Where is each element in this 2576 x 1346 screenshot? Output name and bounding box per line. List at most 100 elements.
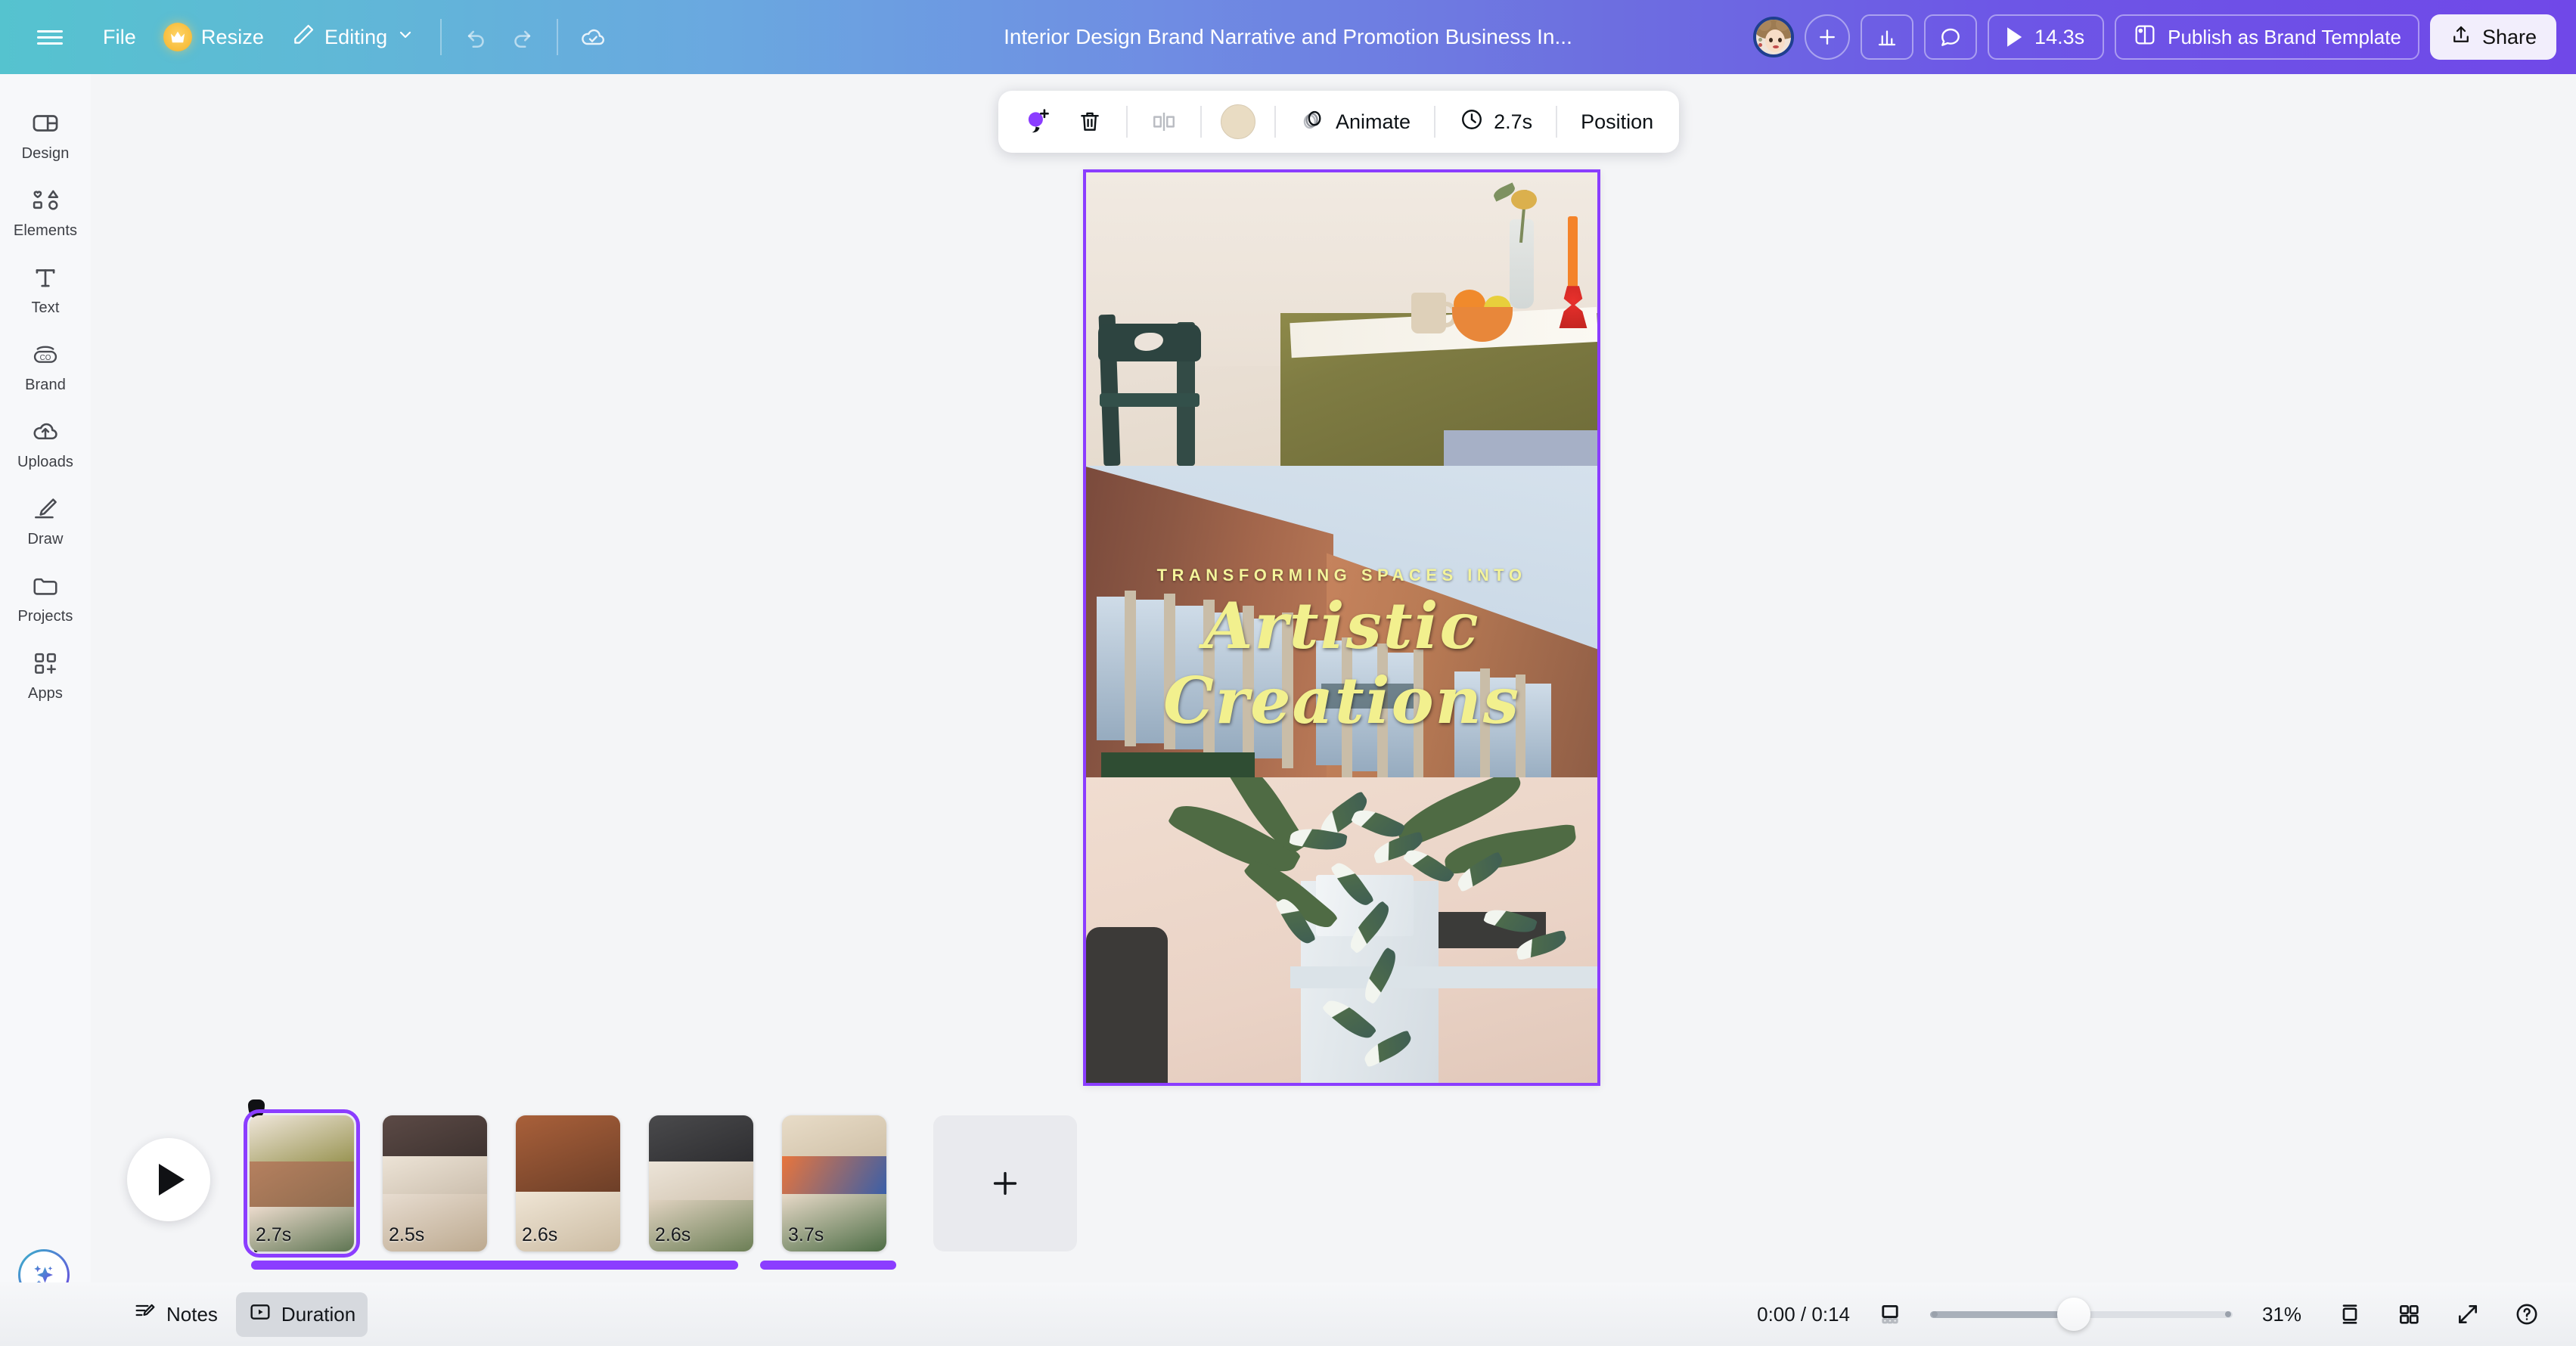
slide-duration-1: 2.7s — [256, 1224, 292, 1245]
toolbar-sep-3 — [1274, 106, 1276, 138]
toolbar-sep-1 — [1126, 106, 1128, 138]
sidebar-item-elements[interactable]: Elements — [5, 177, 85, 247]
animate-button[interactable]: Animate — [1290, 100, 1420, 144]
text-t-icon — [30, 262, 61, 293]
zoom-knob[interactable] — [2057, 1298, 2090, 1331]
position-label: Position — [1581, 110, 1654, 133]
canvas-image-houseplant[interactable] — [1086, 777, 1597, 1083]
add-collaborator-button[interactable] — [1805, 14, 1851, 60]
expand-arrows-icon[interactable] — [2449, 1295, 2487, 1333]
canva-editor-window: File Resize Editing Interior Design Bran… — [0, 0, 2576, 1346]
bottom-bar-right: 0:00 / 0:14 31% — [1757, 1295, 2576, 1333]
toolbar-sep-5 — [1556, 106, 1558, 138]
resize-button[interactable]: Resize — [150, 14, 278, 60]
shapes-icon — [30, 185, 61, 216]
preview-duration-label: 14.3s — [2034, 25, 2085, 48]
preview-play-button[interactable]: 14.3s — [1988, 14, 2105, 60]
sidebar-item-uploads[interactable]: Uploads — [5, 408, 85, 478]
grid-view-icon[interactable] — [2390, 1295, 2428, 1333]
publish-brand-template-button[interactable]: Publish as Brand Template — [2115, 14, 2419, 60]
timeline-play-button[interactable] — [127, 1138, 210, 1221]
apps-grid-plus-icon — [30, 648, 61, 678]
sidebar-label-uploads: Uploads — [17, 454, 74, 470]
duration-button[interactable]: Duration — [235, 1292, 368, 1337]
timeline-slide-5[interactable]: 3.7s — [782, 1115, 886, 1251]
add-slide-button[interactable] — [933, 1115, 1077, 1251]
canvas-text-headline[interactable]: Artistic Creations — [1086, 588, 1597, 738]
hamburger-icon[interactable] — [32, 19, 68, 55]
folder-icon — [30, 571, 61, 601]
magic-edit-icon[interactable] — [1015, 100, 1063, 144]
fit-page-icon[interactable] — [1871, 1295, 1909, 1333]
slide-duration-2: 2.5s — [389, 1224, 425, 1245]
canvas-area: TRANSFORMING SPACES INTO Artistic Creati… — [1083, 169, 1600, 1086]
canvas-image-dining-table[interactable] — [1086, 172, 1597, 466]
trash-icon — [1081, 112, 1099, 131]
timeline-slide-1[interactable]: 2.7s — [244, 1109, 360, 1258]
sidebar-item-projects[interactable]: Projects — [5, 563, 85, 632]
flip-icon — [1153, 112, 1175, 132]
brand-template-icon — [2133, 23, 2157, 52]
brand-co-icon: CO — [30, 340, 61, 370]
zoom-min-dot — [1932, 1311, 1938, 1317]
position-button[interactable]: Position — [1572, 100, 1662, 144]
file-menu-button[interactable]: File — [89, 17, 150, 57]
svg-text:CO: CO — [40, 354, 51, 362]
notes-button[interactable]: Notes — [121, 1292, 230, 1337]
cloud-upload-icon — [30, 417, 61, 447]
flip-button[interactable] — [1142, 100, 1186, 144]
playback-time-label: 0:00 / 0:14 — [1757, 1302, 1850, 1326]
color-swatch-button[interactable] — [1216, 100, 1260, 144]
timeline-slide-2[interactable]: 2.5s — [383, 1115, 487, 1251]
sidebar-item-apps[interactable]: Apps — [5, 640, 85, 709]
delete-button[interactable] — [1068, 100, 1112, 144]
editing-label: Editing — [324, 25, 388, 48]
toolbar-divider — [440, 19, 442, 55]
redo-icon[interactable] — [499, 14, 545, 60]
play-icon — [2007, 27, 2022, 47]
timeline-track-1[interactable] — [251, 1261, 738, 1270]
animate-label: Animate — [1336, 110, 1411, 133]
cloud-check-icon[interactable] — [570, 14, 616, 60]
element-floating-toolbar: Animate 2.7s Position — [998, 91, 1680, 153]
file-menu-label: File — [103, 25, 136, 48]
sidebar-item-design[interactable]: Design — [5, 100, 85, 169]
document-title[interactable]: Interior Design Brand Narrative and Prom… — [992, 17, 1584, 57]
help-question-icon[interactable] — [2508, 1295, 2546, 1333]
duration-timer-button[interactable]: 2.7s — [1450, 100, 1541, 144]
canvas-image-building-facade[interactable]: TRANSFORMING SPACES INTO Artistic Creati… — [1086, 466, 1597, 777]
pencil-draw-icon — [30, 494, 61, 524]
timeline-slide-4[interactable]: 2.6s — [649, 1115, 753, 1251]
zoom-slider[interactable] — [1930, 1298, 2233, 1331]
sidebar-item-text[interactable]: Text — [5, 254, 85, 324]
sidebar-label-projects: Projects — [17, 608, 73, 625]
share-label: Share — [2481, 25, 2537, 48]
notes-label: Notes — [166, 1302, 218, 1326]
editing-mode-button[interactable]: Editing — [278, 14, 428, 60]
zoom-fill — [1930, 1310, 2069, 1318]
sidebar-label-elements: Elements — [13, 222, 78, 239]
timeline-slide-strip: 2.7s 2.5s 2.6s 2.6s 3.7s — [244, 1109, 1077, 1258]
bottom-status-bar: Notes Duration 0:00 / 0:14 31% — [0, 1282, 2576, 1346]
zoom-percent-label: 31% — [2261, 1302, 2302, 1326]
plus-icon — [993, 1171, 1017, 1196]
timeline-slide-3[interactable]: 2.6s — [516, 1115, 620, 1251]
duration-label: Duration — [281, 1302, 356, 1326]
sidebar-label-draw: Draw — [27, 531, 64, 547]
page-view-icon[interactable] — [2331, 1295, 2369, 1333]
comments-button[interactable] — [1924, 14, 1978, 60]
undo-icon[interactable] — [454, 14, 499, 60]
timeline-track-2[interactable] — [760, 1261, 896, 1270]
insights-button[interactable] — [1861, 14, 1914, 60]
canvas-text-kicker[interactable]: TRANSFORMING SPACES INTO — [1086, 566, 1597, 585]
publish-label: Publish as Brand Template — [2168, 25, 2401, 48]
share-button[interactable]: Share — [2429, 14, 2556, 60]
avatar[interactable] — [1753, 17, 1795, 57]
selected-page-canvas[interactable]: TRANSFORMING SPACES INTO Artistic Creati… — [1083, 169, 1600, 1086]
sidebar-item-draw[interactable]: Draw — [5, 485, 85, 555]
design-panel-icon — [30, 108, 61, 138]
sidebar-label-text: Text — [31, 299, 60, 316]
sidebar-label-brand: Brand — [25, 377, 66, 393]
clock-icon — [1459, 107, 1485, 138]
sidebar-item-brand[interactable]: CO Brand — [5, 331, 85, 401]
